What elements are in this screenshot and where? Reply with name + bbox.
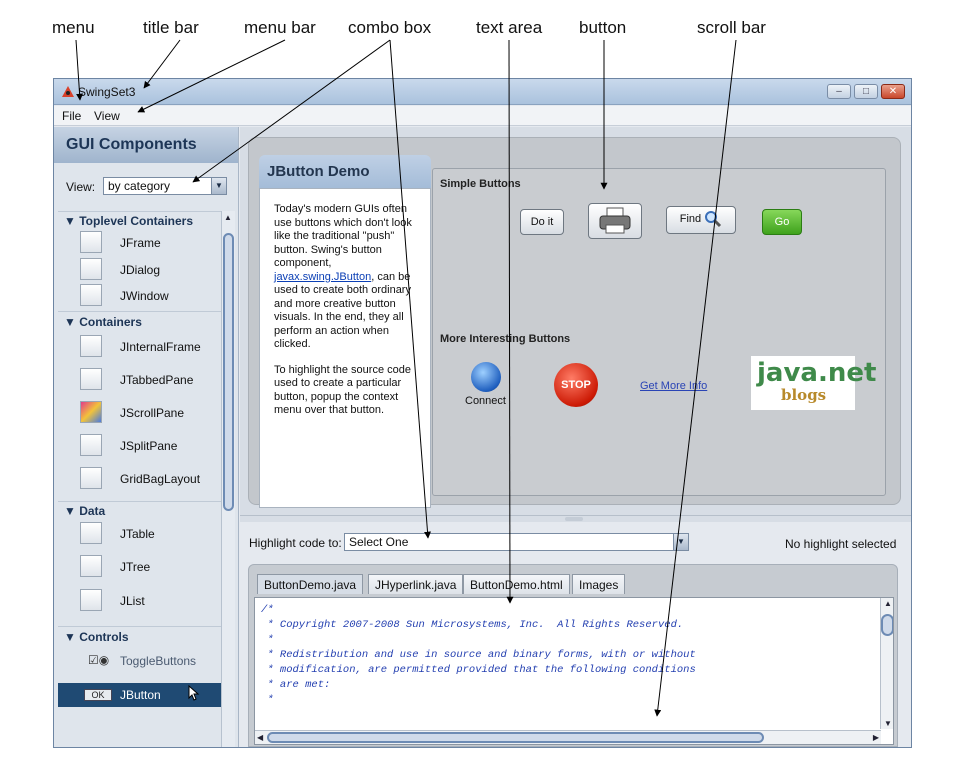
tab-jhyperlink-java[interactable]: JHyperlink.java: [368, 574, 464, 594]
duke-icon: [62, 86, 74, 97]
window-icon: [80, 284, 102, 306]
scroll-right-icon[interactable]: ▶: [873, 733, 879, 742]
stop-button[interactable]: STOP: [554, 363, 598, 407]
list-icon: [80, 589, 102, 611]
code-vertical-thumb[interactable]: [881, 614, 893, 636]
tab-buttondemo-java[interactable]: ButtonDemo.java: [257, 574, 364, 594]
sidebar-scrollbar[interactable]: ▲ ▼: [221, 211, 235, 747]
split-pane-icon: [80, 434, 102, 456]
get-more-info-link[interactable]: Get More Info: [640, 380, 707, 392]
view-combo-box[interactable]: by category ▼: [103, 177, 227, 195]
chevron-down-icon[interactable]: ▼: [673, 534, 688, 550]
code-horizontal-scrollbar[interactable]: ◀ ▶: [255, 730, 881, 744]
blogs-logo-text: blogs: [781, 386, 827, 404]
scroll-pane-icon: [80, 401, 102, 423]
toggle-icon: ☑◉: [88, 653, 110, 667]
tree-icon: [80, 555, 102, 577]
demo-panel: JButton Demo Today's modern GUIs often u…: [248, 137, 901, 508]
demo-description: Today's modern GUIs often use buttons wh…: [259, 188, 431, 508]
menu-bar: File View: [54, 106, 911, 126]
code-line: /*: [261, 604, 274, 616]
table-icon: [80, 522, 102, 544]
view-label: View:: [66, 180, 96, 194]
callout-menu-bar: menu bar: [244, 18, 316, 37]
category-data[interactable]: ▼ Data: [64, 504, 105, 518]
print-button[interactable]: [588, 203, 642, 239]
dialog-icon: [80, 258, 102, 280]
source-text-area[interactable]: /* * Copyright 2007-2008 Sun Microsystem…: [254, 597, 894, 745]
app-window: SwingSet3 – □ ✕ File View GUI Components…: [53, 78, 912, 748]
code-vertical-scrollbar[interactable]: ▲ ▼: [880, 598, 893, 729]
code-line: *: [261, 634, 274, 646]
window-title: SwingSet3: [78, 85, 136, 99]
scroll-left-icon[interactable]: ◀: [257, 733, 263, 742]
magnifier-icon: [705, 211, 722, 228]
frame-icon: [80, 231, 102, 253]
tree-item-togglebuttons[interactable]: ☑◉ ToggleButtons: [58, 649, 224, 675]
callout-text-area: text area: [476, 18, 543, 37]
jbutton-doc-link[interactable]: javax.swing.JButton: [274, 271, 371, 283]
code-line: * Copyright 2007-2008 Sun Microsystems, …: [261, 619, 684, 631]
go-button[interactable]: Go: [762, 209, 802, 235]
category-containers[interactable]: ▼ Containers: [64, 315, 142, 329]
demo-area: JButton Demo Today's modern GUIs often u…: [240, 127, 911, 515]
do-it-button[interactable]: Do it: [520, 209, 564, 235]
highlight-label: Highlight code to:: [249, 536, 342, 550]
split-pane-divider[interactable]: [240, 515, 911, 522]
callout-title-bar: title bar: [143, 18, 199, 37]
highlight-status: No highlight selected: [785, 537, 897, 551]
scroll-up-icon[interactable]: ▲: [884, 599, 892, 608]
java-net-logo-text: java.net: [757, 358, 877, 388]
tree-item-jbutton[interactable]: OK JButton: [58, 683, 224, 707]
printer-icon: [599, 207, 631, 234]
globe-icon[interactable]: [471, 362, 501, 392]
code-area: Highlight code to: Select One ▼ No highl…: [240, 522, 911, 747]
scroll-down-icon[interactable]: ▼: [884, 719, 892, 728]
code-line: *: [261, 694, 274, 706]
highlight-combo-box[interactable]: Select One ▼: [344, 533, 689, 551]
callout-button: button: [579, 18, 627, 37]
code-line: * Redistribution and use in source and b…: [261, 649, 696, 661]
buttons-panel: Simple Buttons Do it Find Go More Intere…: [432, 168, 886, 496]
java-net-blogs-button[interactable]: java.net blogs: [751, 356, 876, 410]
chevron-down-icon[interactable]: ▼: [211, 178, 226, 194]
callout-scroll-bar: scroll bar: [697, 18, 766, 37]
cursor-icon: [188, 685, 200, 701]
more-buttons-title: More Interesting Buttons: [440, 333, 571, 345]
grid-icon: [80, 467, 102, 489]
internal-frame-icon: [80, 335, 102, 357]
maximize-button[interactable]: □: [854, 84, 878, 99]
sidebar-scroll-thumb[interactable]: [223, 233, 234, 511]
demo-title: JButton Demo: [259, 155, 431, 188]
connect-button[interactable]: Connect: [465, 395, 506, 407]
find-button[interactable]: Find: [666, 206, 736, 234]
simple-buttons-title: Simple Buttons: [440, 178, 521, 190]
source-tabs: ButtonDemo.java JHyperlink.java ButtonDe…: [248, 564, 898, 747]
view-combo-value: by category: [108, 179, 171, 193]
callout-menu: menu: [52, 18, 95, 37]
tabbed-pane-icon: [80, 368, 102, 390]
menu-view[interactable]: View: [94, 109, 120, 123]
highlight-combo-value: Select One: [349, 535, 409, 549]
category-controls[interactable]: ▼ Controls: [64, 630, 129, 644]
title-bar[interactable]: SwingSet3 – □ ✕: [54, 79, 911, 105]
close-button[interactable]: ✕: [881, 84, 905, 99]
sidebar: GUI Components View: by category ▼ ▼ Top…: [54, 127, 239, 747]
code-horizontal-thumb[interactable]: [267, 732, 764, 743]
ok-button-icon: OK: [84, 689, 112, 701]
tab-buttondemo-html[interactable]: ButtonDemo.html: [463, 574, 570, 594]
callout-combo-box: combo box: [348, 18, 432, 37]
menu-file[interactable]: File: [62, 109, 81, 123]
minimize-button[interactable]: –: [827, 84, 851, 99]
code-line: * are met:: [261, 679, 331, 691]
code-line: * modification, are permitted provided t…: [261, 664, 696, 676]
tab-images[interactable]: Images: [572, 574, 626, 594]
sidebar-header: GUI Components: [54, 127, 238, 163]
scroll-up-icon[interactable]: ▲: [224, 213, 232, 222]
category-toplevel-containers[interactable]: ▼ Toplevel Containers: [64, 214, 193, 228]
